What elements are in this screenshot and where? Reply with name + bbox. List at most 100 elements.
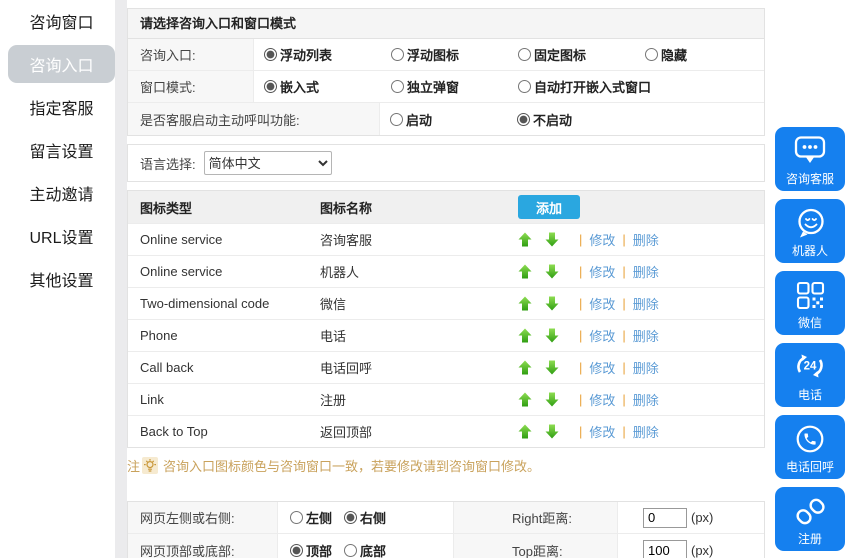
delete-link[interactable]: 删除	[633, 422, 659, 441]
radio-hidden[interactable]: 隐藏	[635, 39, 762, 70]
table-row: Back to Top 返回顶部 | 修改 | 删除	[128, 415, 764, 447]
table-row: Call back 电话回呼 | 修改 | 删除	[128, 351, 764, 383]
radio-input[interactable]	[344, 511, 357, 524]
delete-link[interactable]: 删除	[633, 294, 659, 313]
radio-float-icon[interactable]: 浮动图标	[381, 39, 508, 70]
modify-link[interactable]: 修改	[589, 326, 615, 345]
sidebar-item-assign-agent[interactable]: 指定客服	[8, 88, 115, 126]
separator: |	[622, 232, 625, 247]
radio-input[interactable]	[264, 80, 277, 93]
up-arrow-icon	[518, 296, 532, 311]
sidebar-item-proactive-invite[interactable]: 主动邀请	[8, 174, 115, 212]
widget-robot-button[interactable]: 机器人	[775, 199, 845, 263]
radio-popup[interactable]: 独立弹窗	[381, 71, 508, 102]
modify-link[interactable]: 修改	[589, 422, 615, 441]
phone-24-icon: 24	[792, 343, 828, 388]
section-title: 请选择咨询入口和窗口模式	[128, 9, 764, 39]
move-down-button[interactable]	[545, 424, 559, 439]
radio-input[interactable]	[290, 511, 303, 524]
widget-phone-button[interactable]: 24 电话	[775, 343, 845, 407]
sidebar: 咨询窗口 咨询入口 指定客服 留言设置 主动邀请 URL设置 其他设置	[0, 0, 115, 558]
move-up-button[interactable]	[518, 424, 532, 439]
delete-link[interactable]: 删除	[633, 358, 659, 377]
move-up-button[interactable]	[518, 296, 532, 311]
chat-bubble-icon	[792, 127, 828, 172]
move-down-button[interactable]	[545, 296, 559, 311]
lr-label: 网页左侧或右侧:	[128, 502, 278, 533]
right-distance-input[interactable]	[643, 508, 687, 528]
radio-input[interactable]	[290, 544, 303, 557]
radio-right-side[interactable]: 右侧	[344, 508, 386, 527]
move-down-button[interactable]	[545, 360, 559, 375]
sidebar-item-message-settings[interactable]: 留言设置	[8, 131, 115, 169]
move-down-button[interactable]	[545, 232, 559, 247]
radio-input[interactable]	[264, 48, 277, 61]
col-icon-type: 图标类型	[128, 198, 320, 217]
add-button[interactable]: 添加	[518, 195, 580, 219]
move-up-button[interactable]	[518, 264, 532, 279]
sidebar-item-consult-entry[interactable]: 咨询入口	[8, 45, 115, 83]
modify-link[interactable]: 修改	[589, 390, 615, 409]
radio-auto-open-embedded[interactable]: 自动打开嵌入式窗口	[508, 71, 651, 102]
top-distance-input[interactable]	[643, 540, 687, 558]
table-row: Link 注册 | 修改 | 删除	[128, 383, 764, 415]
lightbulb-icon	[142, 457, 158, 474]
radio-input[interactable]	[518, 48, 531, 61]
modify-link[interactable]: 修改	[589, 294, 615, 313]
widget-wechat-button[interactable]: 微信	[775, 271, 845, 335]
move-up-button[interactable]	[518, 232, 532, 247]
radio-input[interactable]	[391, 80, 404, 93]
radio-autocall-off[interactable]: 不启动	[507, 103, 634, 135]
separator: |	[622, 392, 625, 407]
move-up-button[interactable]	[518, 328, 532, 343]
move-down-button[interactable]	[545, 264, 559, 279]
widget-register-button[interactable]: 注册	[775, 487, 845, 551]
move-up-button[interactable]	[518, 360, 532, 375]
move-up-button[interactable]	[518, 392, 532, 407]
qrcode-icon	[795, 271, 826, 316]
radio-input[interactable]	[645, 48, 658, 61]
down-arrow-icon	[545, 360, 559, 375]
note-text: 咨询入口图标颜色与咨询窗口一致，若要修改请到咨询窗口修改。	[163, 456, 540, 475]
separator: |	[579, 264, 582, 279]
radio-top-side[interactable]: 顶部	[290, 541, 332, 558]
separator: |	[579, 360, 582, 375]
widget-callback-button[interactable]: 电话回呼	[775, 415, 845, 479]
radio-left-side[interactable]: 左侧	[290, 508, 332, 527]
radio-input[interactable]	[344, 544, 357, 557]
window-mode-row: 窗口模式: 嵌入式 独立弹窗 自动打开嵌入式窗口	[128, 71, 764, 103]
icon-table-header: 图标类型 图标名称 添加	[128, 191, 764, 223]
sidebar-item-other-settings[interactable]: 其他设置	[8, 260, 115, 298]
radio-float-list[interactable]: 浮动列表	[254, 39, 381, 70]
radio-input[interactable]	[518, 80, 531, 93]
radio-embedded[interactable]: 嵌入式	[254, 71, 381, 102]
up-arrow-icon	[518, 392, 532, 407]
move-down-button[interactable]	[545, 392, 559, 407]
tb-label: 网页顶部或底部:	[128, 534, 278, 558]
radio-input[interactable]	[517, 113, 530, 126]
delete-link[interactable]: 删除	[633, 326, 659, 345]
widget-consult-button[interactable]: 咨询客服	[775, 127, 845, 191]
radio-input[interactable]	[390, 113, 403, 126]
radio-input[interactable]	[391, 48, 404, 61]
modify-link[interactable]: 修改	[589, 262, 615, 281]
sidebar-item-consult-window[interactable]: 咨询窗口	[8, 2, 115, 40]
delete-link[interactable]: 删除	[633, 230, 659, 249]
link-chain-icon	[795, 487, 826, 532]
note-line: 注 咨询入口图标颜色与咨询窗口一致，若要修改请到咨询窗口修改。	[127, 456, 765, 475]
app-window: 咨询窗口 咨询入口 指定客服 留言设置 主动邀请 URL设置 其他设置 请选择咨…	[0, 0, 858, 558]
delete-link[interactable]: 删除	[633, 390, 659, 409]
radio-bottom-side[interactable]: 底部	[344, 541, 386, 558]
delete-link[interactable]: 删除	[633, 262, 659, 281]
entry-row-label: 咨询入口:	[128, 39, 254, 70]
move-down-button[interactable]	[545, 328, 559, 343]
down-arrow-icon	[545, 424, 559, 439]
radio-fixed-icon[interactable]: 固定图标	[508, 39, 635, 70]
radio-autocall-on[interactable]: 启动	[380, 103, 507, 135]
sidebar-item-url-settings[interactable]: URL设置	[8, 217, 115, 255]
down-arrow-icon	[545, 328, 559, 343]
svg-text:24: 24	[804, 361, 817, 373]
modify-link[interactable]: 修改	[589, 230, 615, 249]
language-select[interactable]: 简体中文	[204, 151, 332, 175]
modify-link[interactable]: 修改	[589, 358, 615, 377]
